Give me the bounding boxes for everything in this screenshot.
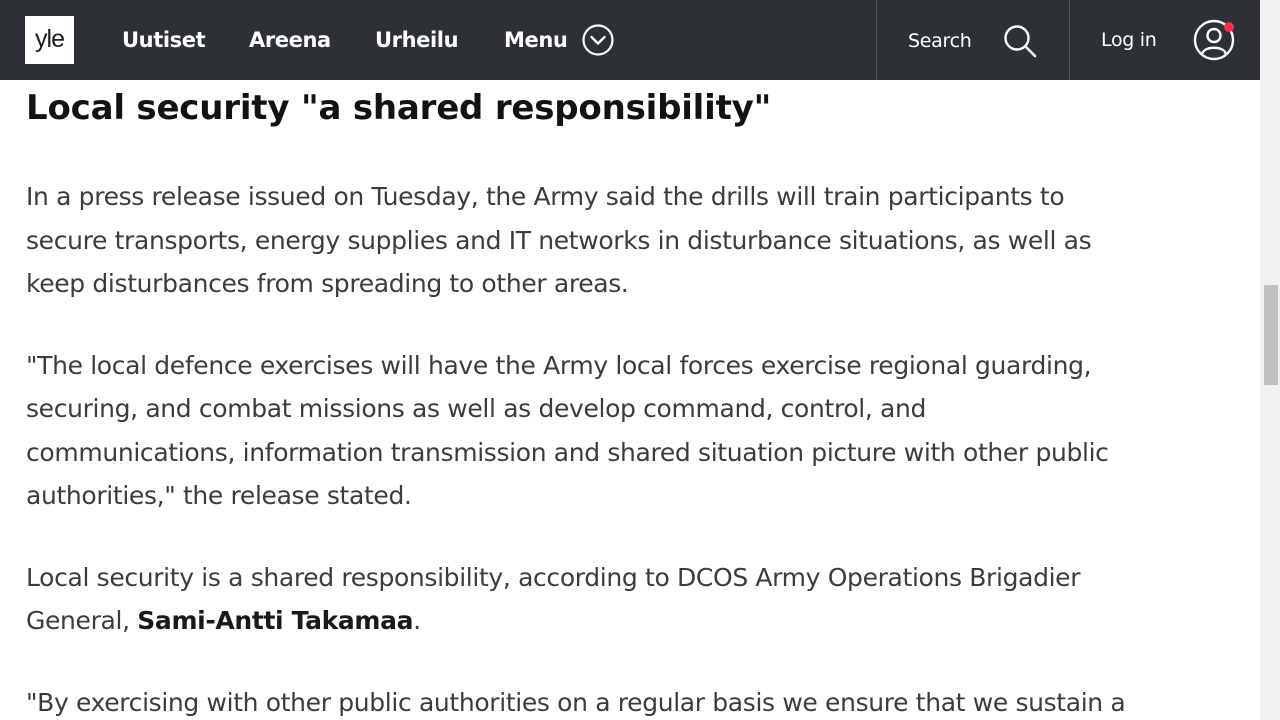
text-line: communications, information transmission…: [26, 437, 1109, 467]
search-button[interactable]: Search: [908, 0, 972, 80]
site-header: yle Uutiset Areena Urheilu Menu Search L…: [0, 0, 1260, 80]
text-line: Local security is a shared responsibilit…: [26, 562, 1081, 592]
text-line: securing, and combat missions as well as…: [26, 394, 927, 423]
text-line: "The local defence exercises will have t…: [26, 350, 1092, 380]
yle-logo[interactable]: yle: [25, 16, 74, 64]
login-button[interactable]: Log in: [1101, 0, 1157, 80]
text-line: General,: [26, 606, 138, 635]
paragraph-quote: "The local defence exercises will have t…: [26, 344, 1246, 518]
text-line: "By exercising with other public authori…: [26, 687, 1126, 717]
header-divider: [1069, 0, 1070, 80]
search-icon[interactable]: [1002, 23, 1038, 59]
nav-uutiset[interactable]: Uutiset: [122, 0, 206, 80]
nav-areena[interactable]: Areena: [249, 0, 331, 80]
text-line: authorities," the release stated.: [26, 481, 412, 510]
menu-button[interactable]: Menu: [504, 0, 568, 80]
text-line: secure transports, energy supplies and I…: [26, 225, 1092, 255]
article-body: Local security "a shared responsibility"…: [26, 80, 1246, 720]
text-line: keep disturbances from spreading to othe…: [26, 269, 629, 298]
paragraph-press-release: In a press release issued on Tuesday, th…: [26, 175, 1246, 306]
person-name: Sami-Antti Takamaa: [137, 606, 414, 635]
scrollbar-thumb[interactable]: [1264, 285, 1278, 385]
notification-dot: [1224, 22, 1234, 32]
paragraph-exercising: "By exercising with other public authori…: [26, 681, 1246, 720]
chevron-down-icon[interactable]: [582, 24, 614, 56]
text-line: In a press release issued on Tuesday, th…: [26, 182, 1065, 211]
header-divider: [876, 0, 877, 80]
text-line: .: [413, 606, 421, 635]
section-heading: Local security "a shared responsibility": [26, 88, 772, 128]
nav-urheilu[interactable]: Urheilu: [375, 0, 459, 80]
paragraph-local-security: Local security is a shared responsibilit…: [26, 556, 1246, 643]
page: yle Uutiset Areena Urheilu Menu Search L…: [0, 0, 1280, 720]
